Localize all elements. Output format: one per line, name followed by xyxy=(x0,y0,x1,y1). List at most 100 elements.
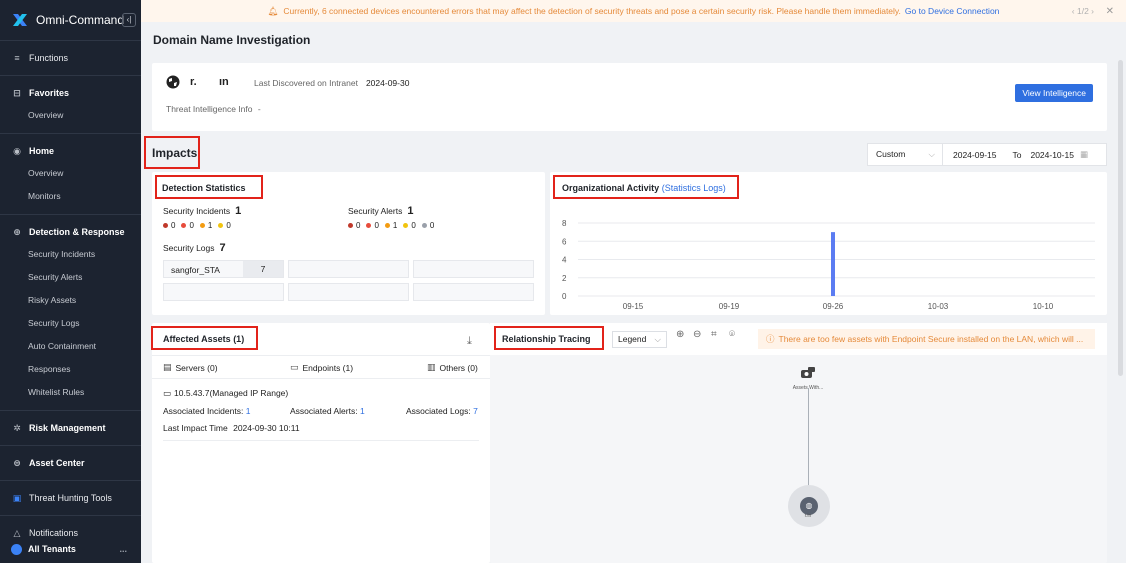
associated-logs-value[interactable]: 7 xyxy=(473,406,478,416)
brand-divider xyxy=(0,40,141,41)
graph-node-assets[interactable] xyxy=(795,365,821,385)
nav-divider xyxy=(0,214,141,215)
activity-chart: 0 2 4 6 8 09-15 09-19 09-26 10-03 10-10 xyxy=(562,219,1095,311)
date-range-filter[interactable]: Custom ⌵ 2024-09-15 To 2024-10-15 ▦ xyxy=(867,143,1107,166)
download-icon[interactable]: ⤓ xyxy=(467,335,472,348)
zoom-in-icon[interactable]: ⊕ xyxy=(676,329,684,340)
x-tick-label: 09-26 xyxy=(823,302,844,311)
security-incidents-stat[interactable]: Security Incidents 1 xyxy=(163,205,241,217)
associated-incidents: Associated Incidents: 1 xyxy=(163,406,250,416)
associated-incidents-value[interactable]: 1 xyxy=(246,406,251,416)
graph-edge xyxy=(808,388,809,493)
brand-name: Omni-Command xyxy=(36,13,125,27)
banner-pager[interactable]: ‹ 1/2 › xyxy=(1072,6,1094,16)
nav-group-functions[interactable]: ≡ Functions xyxy=(0,47,141,69)
severity-count: 1 xyxy=(207,221,213,230)
y-tick-label: 4 xyxy=(562,256,567,265)
calendar-icon[interactable]: ▦ xyxy=(1080,149,1088,160)
warning-alert: ⓘ There are too few assets with Endpoint … xyxy=(758,329,1095,349)
sidebar-item-responses[interactable]: Responses xyxy=(0,358,141,381)
domain-name-suffix: ın xyxy=(219,76,229,88)
severity-dot xyxy=(421,223,427,228)
date-to[interactable]: 2024-10-15 xyxy=(1030,150,1073,160)
warning-text: There are too few assets with Endpoint S… xyxy=(778,334,1084,344)
severity-count: 0 xyxy=(411,221,416,230)
alert-severity-dots: 0 0 1 0 0 xyxy=(348,221,434,230)
nav-group-risk-management[interactable]: ✲ Risk Management xyxy=(0,417,141,439)
security-logs-stat[interactable]: Security Logs 7 xyxy=(163,242,226,254)
legend-label: Legend xyxy=(618,334,647,344)
log-source-cell[interactable]: sangfor_STA 7 xyxy=(163,260,284,278)
range-mode-select[interactable]: Custom ⌵ xyxy=(868,144,943,165)
asset-ip[interactable]: ▭ 10.5.43.7(Managed IP Range) xyxy=(163,388,288,399)
domain-summary-card: r. ın Last Discovered on Intranet 2024-09… xyxy=(152,63,1107,131)
divider xyxy=(163,440,479,441)
brand[interactable]: Omni-Command xyxy=(0,0,141,40)
date-to-label: To xyxy=(1012,149,1022,160)
legend-select[interactable]: Legend ⌵ xyxy=(612,331,667,348)
view-intelligence-button[interactable]: View Intelligence xyxy=(1015,84,1093,102)
nav-group-detection-response[interactable]: ⊕ Detection & Response xyxy=(0,221,141,243)
tab-label: Others (0) xyxy=(439,362,478,373)
last-discovered-label: Last Discovered on Intranet xyxy=(254,78,358,88)
y-tick-label: 6 xyxy=(562,237,567,246)
severity-count: 0 xyxy=(429,221,435,230)
graph-node-domain[interactable]: ◍ xyxy=(788,485,830,527)
affected-assets-card: Affected Assets (1) ⤓ ▤ Servers (0) ▭ Endp… xyxy=(152,323,490,563)
home-icon: ◉ xyxy=(13,145,21,156)
threat-hunting-icon: ▣ xyxy=(12,492,22,503)
grid-icon: ▥ xyxy=(427,362,436,372)
sidebar-item-whitelist-rules[interactable]: Whitelist Rules xyxy=(0,381,141,404)
server-icon: ▤ xyxy=(163,362,172,372)
x-tick-label: 10-10 xyxy=(1033,302,1054,311)
nav-group-label: Favorites xyxy=(29,88,70,98)
fit-screen-icon[interactable]: ⌗ xyxy=(711,329,717,340)
asset-group-icon xyxy=(801,367,815,378)
security-alerts-stat[interactable]: Security Alerts 1 xyxy=(348,205,413,217)
sidebar-item-favorites-overview[interactable]: Overview xyxy=(0,104,141,127)
sidebar-item-home-overview[interactable]: Overview xyxy=(0,162,141,185)
severity-count: 1 xyxy=(392,221,398,230)
nav-divider xyxy=(0,515,141,516)
tab-endpoints[interactable]: ▭ Endpoints (1) xyxy=(290,362,353,373)
sidebar-item-risky-assets[interactable]: Risky Assets xyxy=(0,289,141,312)
nav-group-favorites[interactable]: ⊟ Favorites xyxy=(0,82,141,104)
activity-bar[interactable] xyxy=(831,232,835,296)
chevron-down-icon: ⌵ xyxy=(928,149,935,159)
log-source-name: sangfor_STA xyxy=(171,265,220,275)
device-connection-link[interactable]: Go to Device Connection xyxy=(905,6,1000,16)
associated-alerts-value[interactable]: 1 xyxy=(360,406,365,416)
sidebar-item-monitors[interactable]: Monitors xyxy=(0,185,141,208)
nav-group-threat-hunting[interactable]: ▣ Threat Hunting Tools xyxy=(0,487,141,509)
incident-severity-dots: 0 0 1 0 xyxy=(163,221,231,230)
close-icon[interactable]: ✕ xyxy=(1106,6,1114,17)
sidebar-item-security-alerts[interactable]: Security Alerts xyxy=(0,266,141,289)
page-scrollbar[interactable] xyxy=(1118,60,1123,376)
tab-others[interactable]: ▥ Others (0) xyxy=(427,362,478,373)
tenant-switcher[interactable]: All Tenants ... xyxy=(0,535,141,563)
security-incidents-count: 1 xyxy=(235,205,242,217)
sidebar-item-security-incidents[interactable]: Security Incidents xyxy=(0,243,141,266)
severity-count: 0 xyxy=(189,221,194,230)
nav-group-home[interactable]: ◉ Home xyxy=(0,140,141,162)
sidebar-item-auto-containment[interactable]: Auto Containment xyxy=(0,335,141,358)
zoom-out-icon[interactable]: ⊖ xyxy=(693,329,701,340)
nav-divider xyxy=(0,445,141,446)
collapse-sidebar-icon[interactable]: ‹| xyxy=(122,13,136,27)
severity-dot xyxy=(366,223,372,228)
nav-group-asset-center[interactable]: ⊜ Asset Center xyxy=(0,452,141,474)
more-icon[interactable]: ... xyxy=(119,544,127,554)
severity-dot xyxy=(199,223,205,228)
tab-servers[interactable]: ▤ Servers (0) xyxy=(163,362,218,373)
asset-icon: ⊜ xyxy=(13,457,21,468)
sidebar-item-security-logs[interactable]: Security Logs xyxy=(0,312,141,335)
date-from[interactable]: 2024-09-15 xyxy=(953,150,996,160)
security-logs-label: Security Logs xyxy=(163,243,215,253)
last-impact-label: Last Impact Time xyxy=(163,423,228,433)
bell-icon: 🔔︎ xyxy=(267,5,279,16)
focus-icon[interactable]: ⌾ xyxy=(729,329,735,340)
warning-icon: ⓘ xyxy=(766,334,775,344)
divider xyxy=(152,378,490,379)
nav-divider xyxy=(0,75,141,76)
last-impact-value: 2024-09-30 10:11 xyxy=(233,423,300,433)
